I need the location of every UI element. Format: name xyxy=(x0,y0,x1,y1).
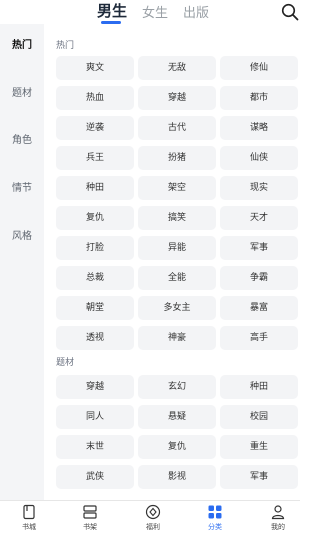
top-bar: 男生 女生 出版 xyxy=(0,0,300,24)
tag-chip[interactable]: 修仙 xyxy=(220,56,298,80)
tag-chip[interactable]: 军事 xyxy=(220,236,298,260)
tag-chip[interactable]: 搞笑 xyxy=(138,206,216,230)
nav-label-welfare: 福利 xyxy=(146,523,160,531)
tag-chip[interactable]: 逆袭 xyxy=(56,116,134,140)
sidebar-item-theme[interactable]: 题材 xyxy=(0,84,44,99)
tag-chip[interactable]: 穿越 xyxy=(138,86,216,110)
tag-chip[interactable]: 悬疑 xyxy=(138,405,216,429)
tag-chip[interactable]: 军事 xyxy=(220,465,298,489)
tag-chip[interactable]: 谋略 xyxy=(220,116,298,140)
section-title-theme: 题材 xyxy=(56,358,75,368)
tag-chip[interactable]: 热血 xyxy=(56,86,134,110)
tag-chip[interactable]: 神豪 xyxy=(138,326,216,350)
tag-chip[interactable]: 架空 xyxy=(138,176,216,200)
tag-chip[interactable]: 打脸 xyxy=(56,236,134,260)
nav-label-profile: 我的 xyxy=(271,523,285,531)
bottom-navigation: 书城 书架 福利 分类 我的 xyxy=(0,500,300,539)
theme-tag-grid: 穿越 玄幻 种田同人 悬疑 校园末世 复仇 重生武侠 影视 军事 xyxy=(56,375,298,489)
search-icon[interactable] xyxy=(281,3,299,21)
tag-chip[interactable]: 多女主 xyxy=(138,296,216,320)
tag-chip[interactable]: 同人 xyxy=(56,405,134,429)
tag-chip[interactable]: 校园 xyxy=(220,405,298,429)
tag-chip[interactable]: 种田 xyxy=(56,176,134,200)
tag-chip[interactable]: 影视 xyxy=(138,465,216,489)
nav-bookshelf[interactable]: 书架 xyxy=(65,504,115,532)
tag-chip[interactable]: 都市 xyxy=(220,86,298,110)
tag-chip[interactable]: 扮猪 xyxy=(138,146,216,170)
nav-label-bookshelf: 书架 xyxy=(83,523,97,531)
category-grid-icon xyxy=(208,505,222,519)
gift-diamond-icon xyxy=(145,504,161,520)
tag-chip[interactable]: 武侠 xyxy=(56,465,134,489)
tag-chip[interactable]: 古代 xyxy=(138,116,216,140)
tag-chip[interactable]: 复仇 xyxy=(56,206,134,230)
tab-female[interactable]: 女生 xyxy=(142,2,168,21)
tag-chip[interactable]: 总裁 xyxy=(56,266,134,290)
nav-label-category: 分类 xyxy=(208,523,222,531)
section-title-hot: 热门 xyxy=(56,41,75,51)
tag-chip[interactable]: 朝堂 xyxy=(56,296,134,320)
tag-chip[interactable]: 透视 xyxy=(56,326,134,350)
tag-chip[interactable]: 爽文 xyxy=(56,56,134,80)
nav-bookstore[interactable]: 书城 xyxy=(4,504,54,532)
tag-chip[interactable]: 穿越 xyxy=(56,375,134,399)
tag-chip[interactable]: 玄幻 xyxy=(138,375,216,399)
nav-label-bookstore: 书城 xyxy=(22,523,36,531)
category-sidebar: 热门 题材 角色 情节 风格 xyxy=(0,24,44,500)
nav-welfare[interactable]: 福利 xyxy=(128,504,178,532)
tag-chip[interactable]: 末世 xyxy=(56,435,134,459)
tag-content-panel[interactable]: 热门 爽文 无敌 修仙 热血 穿越 都市 逆袭 古代 谋略 兵王 扮猪 仙侠 种田 架空 现实 复仇 搞笑 天才打… xyxy=(46,24,300,500)
bookshelf-icon xyxy=(83,505,97,519)
tab-male[interactable]: 男生 xyxy=(97,0,127,21)
tab-publishing[interactable]: 出版 xyxy=(183,2,209,21)
tag-chip[interactable]: 天才 xyxy=(220,206,298,230)
tag-chip[interactable]: 暴富 xyxy=(220,296,298,320)
sidebar-item-plot[interactable]: 情节 xyxy=(0,179,44,194)
sidebar-item-hot[interactable]: 热门 xyxy=(0,36,44,51)
sidebar-item-style[interactable]: 风格 xyxy=(0,227,44,242)
tag-chip[interactable]: 高手 xyxy=(220,326,298,350)
tag-chip[interactable]: 异能 xyxy=(138,236,216,260)
tag-chip[interactable]: 争霸 xyxy=(220,266,298,290)
book-icon xyxy=(23,504,35,520)
tag-chip[interactable]: 仙侠 xyxy=(220,146,298,170)
sidebar-item-role[interactable]: 角色 xyxy=(0,131,44,146)
tag-chip[interactable]: 无敌 xyxy=(138,56,216,80)
tag-chip[interactable]: 兵王 xyxy=(56,146,134,170)
hot-tag-grid: 爽文 无敌 修仙热血 穿越 都市逆袭 古代 谋略兵王 扮猪 仙侠种田 架空 现实复仇 搞笑 天才打脸 异能… xyxy=(56,56,298,350)
tag-chip[interactable]: 现实 xyxy=(220,176,298,200)
nav-profile[interactable]: 我的 xyxy=(253,504,303,532)
nav-category[interactable]: 分类 xyxy=(190,504,240,532)
tag-chip[interactable]: 复仇 xyxy=(138,435,216,459)
tag-chip[interactable]: 种田 xyxy=(220,375,298,399)
tag-chip[interactable]: 重生 xyxy=(220,435,298,459)
profile-icon xyxy=(271,505,285,520)
tag-chip[interactable]: 全能 xyxy=(138,266,216,290)
